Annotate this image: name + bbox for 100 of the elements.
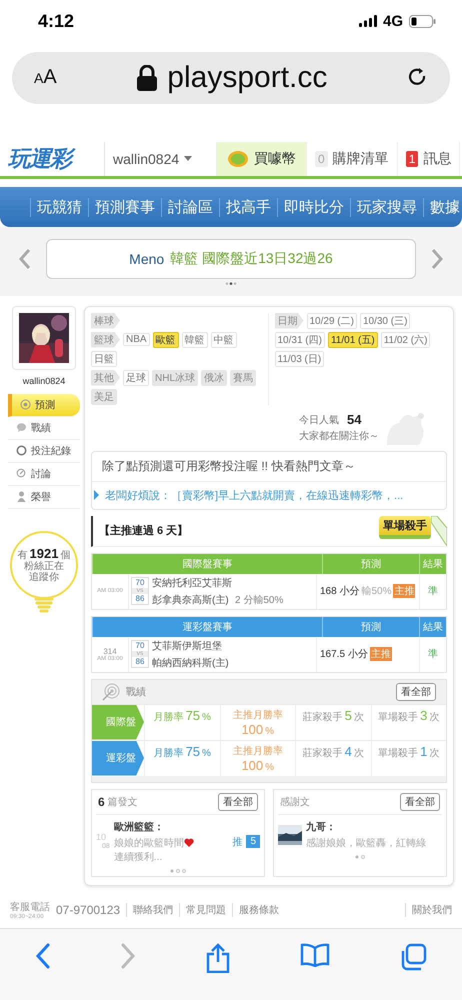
share-icon[interactable] bbox=[206, 942, 230, 973]
sidebar-menu-item[interactable]: 投注紀錄 bbox=[8, 440, 80, 463]
home-team: 彭拿典奈高斯(主) bbox=[152, 594, 230, 607]
notice-headline: 除了點預測還可用彩幣投注喔 !! 快看熱門文章～ bbox=[92, 452, 446, 482]
stat-value: 5 bbox=[344, 708, 352, 723]
sport-chip[interactable]: NBA bbox=[123, 333, 150, 346]
nav-link[interactable]: 玩家搜尋 bbox=[350, 198, 423, 217]
stat-unit: % bbox=[265, 762, 274, 773]
date-chip[interactable]: 11/03 (日) bbox=[274, 350, 324, 367]
prediction-value: 167.5 小分 bbox=[320, 648, 368, 662]
stat-value: 1 bbox=[420, 744, 428, 759]
home-team: 帕納西納科斯(主) bbox=[152, 656, 229, 670]
footer-link[interactable]: 關於我們 bbox=[405, 902, 452, 917]
footer-link[interactable]: 服務條款 bbox=[232, 902, 280, 917]
post-excerpt: 娘娘的歐籃時間 bbox=[114, 836, 184, 850]
date-chip[interactable]: 11/01 (五) bbox=[328, 332, 378, 348]
stat-unit: % bbox=[202, 712, 211, 723]
row-label: 國際盤 bbox=[92, 704, 144, 740]
chevron-right-icon[interactable] bbox=[430, 248, 444, 270]
sidebar-menu-item[interactable]: 戰績 bbox=[8, 416, 80, 440]
url-text: playsport.cc bbox=[167, 60, 328, 95]
nav-link[interactable]: 玩競猜 bbox=[30, 198, 88, 217]
banner-card[interactable]: Meno 韓籃 國際盤近13日32過26 bbox=[46, 239, 416, 280]
circle-icon bbox=[16, 445, 27, 456]
fans-prefix: 有 bbox=[18, 550, 28, 562]
banner-text: 韓籃 國際盤近13日32過26 bbox=[170, 250, 333, 268]
post-title: 歐洲籃籃： bbox=[114, 820, 165, 834]
stat-value: 4 bbox=[344, 744, 352, 759]
signal-icon bbox=[358, 15, 377, 28]
nav-link[interactable]: 找高手 bbox=[219, 198, 277, 217]
buy-coin-button[interactable]: 買噱幣 bbox=[217, 142, 307, 176]
home-score: 86 bbox=[136, 594, 144, 604]
tabs-icon[interactable] bbox=[399, 942, 428, 971]
stat-unit: 次 bbox=[429, 710, 440, 724]
cart-button[interactable]: 0 購牌清單 bbox=[307, 142, 398, 176]
column-header: 結果 bbox=[419, 554, 446, 574]
column-header: 預測 bbox=[322, 554, 419, 574]
date-label: 日期 bbox=[274, 312, 304, 329]
stat-value: 3 bbox=[420, 708, 428, 723]
sport-group-label: 其他 bbox=[91, 370, 120, 386]
back-icon[interactable] bbox=[34, 942, 51, 969]
fans-count: 1921 bbox=[30, 546, 58, 562]
thanks-title: 感謝文 bbox=[280, 796, 311, 809]
nav-link[interactable]: 討論區 bbox=[161, 198, 219, 217]
fans-note: 粉絲正在追蹤你 bbox=[23, 561, 65, 584]
stat-label: 月勝率 bbox=[154, 746, 184, 760]
fans-suffix: 個 bbox=[60, 550, 70, 562]
result-text: 準 bbox=[428, 585, 438, 598]
messages-button[interactable]: 1 訊息 bbox=[398, 142, 460, 176]
nav-link[interactable]: 即時比分 bbox=[277, 198, 350, 217]
book-icon[interactable] bbox=[300, 942, 330, 967]
sport-chip[interactable]: 韓籃 bbox=[182, 332, 208, 348]
sidebar-menu-item[interactable]: 討論 bbox=[8, 462, 80, 486]
stat-unit: 次 bbox=[429, 746, 440, 760]
sport-chip[interactable]: 日籃 bbox=[91, 350, 117, 367]
view-all-button[interactable]: 看全部 bbox=[218, 792, 258, 811]
caret-icon bbox=[184, 156, 192, 162]
person-icon bbox=[16, 491, 27, 502]
date-chip[interactable]: 11/02 (六) bbox=[380, 332, 430, 348]
sport-chip[interactable]: 中籃 bbox=[210, 332, 237, 348]
article-link[interactable]: 老闆好煩說：［賣彩幣]早上六點就開賣，在線迅速轉彩幣，... bbox=[105, 488, 404, 503]
sidebar-menu-item[interactable]: 預測 bbox=[8, 394, 80, 417]
main-pick-tag: 主推 bbox=[370, 647, 392, 662]
prediction-note: 輸50% bbox=[361, 585, 392, 598]
address-bar[interactable]: AA playsport.cc bbox=[12, 52, 450, 104]
stat-label: 主推月勝率 bbox=[232, 744, 283, 758]
date-chip[interactable]: 10/31 (四) bbox=[274, 332, 325, 348]
support-label: 客服電話 bbox=[10, 900, 50, 914]
post-count: 6 bbox=[98, 794, 105, 809]
footer-link[interactable]: 聯絡我們 bbox=[126, 902, 174, 917]
nav-link[interactable]: 預測賽事 bbox=[88, 198, 161, 217]
post-excerpt-end: 連續獲利... bbox=[114, 850, 162, 864]
thanks-excerpt: 感謝娘娘，歐籃轟，紅轉綠 bbox=[306, 836, 427, 850]
footer-link[interactable]: 常見問題 bbox=[179, 902, 226, 917]
date-chip[interactable]: 10/30 (三) bbox=[360, 312, 410, 329]
column-header: 運彩盤賽事 bbox=[92, 616, 322, 637]
chevron-left-icon[interactable] bbox=[18, 248, 32, 270]
result-text: 準 bbox=[428, 648, 438, 662]
away-score: 70 bbox=[136, 578, 144, 588]
sport-chip[interactable]: 歐籃 bbox=[152, 332, 179, 348]
site-logo[interactable]: 玩運彩 bbox=[0, 142, 105, 176]
away-team: 安納托利亞艾菲斯 bbox=[152, 576, 232, 590]
date-chip[interactable]: 10/29 (二) bbox=[306, 312, 357, 329]
nav-link[interactable]: 數據 bbox=[423, 198, 462, 217]
row-label: 運彩盤 bbox=[92, 740, 144, 776]
stat-unit: 次 bbox=[354, 710, 364, 724]
view-all-button[interactable]: 看全部 bbox=[400, 792, 440, 811]
view-all-button[interactable]: 看全部 bbox=[396, 682, 436, 701]
chat-icon bbox=[16, 422, 27, 434]
stat-value: 100 bbox=[241, 758, 264, 773]
sport-group-label: 棒球 bbox=[91, 312, 120, 329]
text-size-button[interactable]: AA bbox=[34, 66, 57, 90]
away-team: 艾菲斯伊斯坦堡 bbox=[152, 640, 223, 653]
profile-username: wallin0824 bbox=[22, 376, 66, 386]
sidebar-menu-item[interactable]: 榮譽 bbox=[8, 486, 80, 509]
stat-label: 單場殺手 bbox=[378, 746, 418, 760]
sport-chip[interactable]: 足球 bbox=[123, 370, 149, 386]
prediction-value: 168 小分 bbox=[320, 584, 360, 598]
column-header: 預測 bbox=[322, 616, 419, 637]
stat-label: 莊家殺手 bbox=[302, 710, 343, 724]
